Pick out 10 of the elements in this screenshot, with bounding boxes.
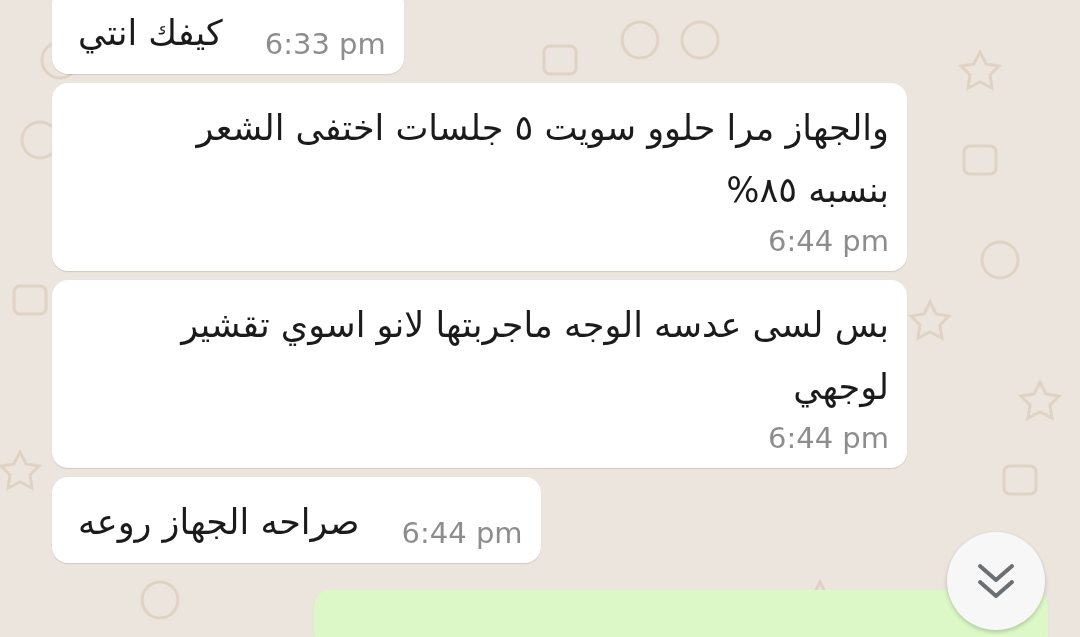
message-time: 6:44 pm — [401, 515, 523, 552]
message-time: 6:44 pm — [768, 223, 889, 260]
scroll-down-button[interactable] — [947, 532, 1045, 630]
double-chevron-down-icon — [976, 562, 1016, 600]
message-time: 6:33 pm — [264, 26, 386, 63]
message-text: والجهاز مرا حلوو سويت ٥ جلسات اختفى الشعر بنسبه ٨٥% — [194, 107, 889, 212]
message-text: بس لسى عدسه الوجه ماجربتها لانو اسوي تقشير لوجهي — [178, 304, 889, 410]
message-time: 6:44 pm — [768, 420, 889, 457]
message-text: صراحه الجهاز روعه — [78, 501, 360, 545]
message-text: كيفك انتي — [78, 12, 223, 56]
